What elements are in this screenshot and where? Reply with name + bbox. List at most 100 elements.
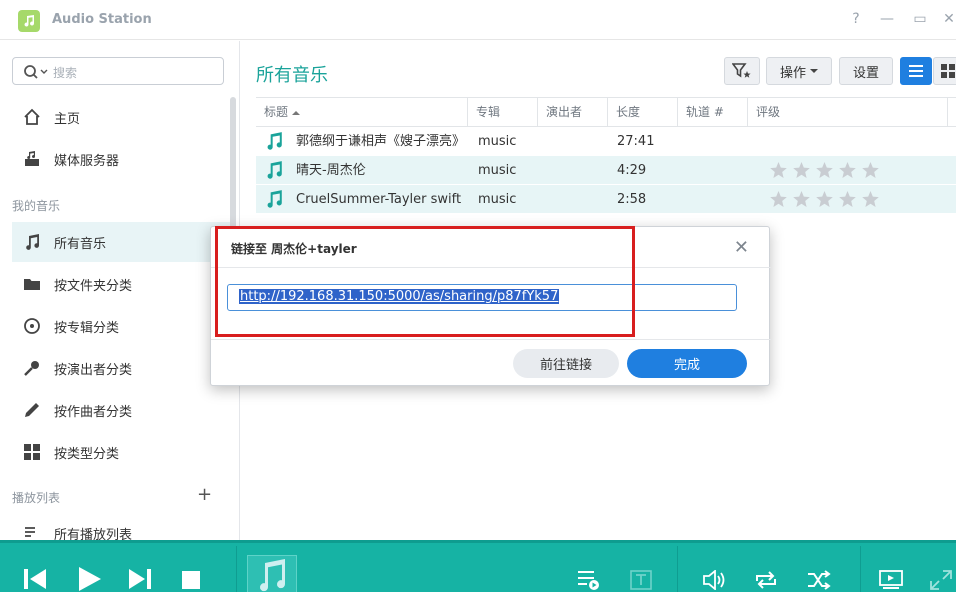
sidebar-item-all-music[interactable]: 所有音乐 bbox=[12, 222, 230, 262]
home-icon bbox=[22, 107, 42, 127]
dialog-divider bbox=[211, 339, 771, 340]
music-note-icon bbox=[264, 131, 284, 151]
star-icon[interactable] bbox=[792, 161, 811, 180]
column-header-track[interactable]: 轨道 # bbox=[678, 98, 748, 127]
app-title: Audio Station bbox=[52, 12, 152, 27]
close-window-button[interactable]: ✕ bbox=[940, 11, 956, 27]
sidebar-item-all-playlists[interactable]: 所有播放列表 bbox=[12, 513, 230, 540]
star-icon[interactable] bbox=[792, 190, 811, 209]
sidebar-item-media-server[interactable]: 媒体服务器 bbox=[12, 139, 230, 179]
album-icon bbox=[22, 316, 42, 336]
track-number bbox=[686, 185, 746, 214]
done-button[interactable]: 完成 bbox=[627, 349, 747, 378]
sidebar-item-label: 按文件夹分类 bbox=[54, 278, 133, 294]
sidebar-item-label: 按演出者分类 bbox=[54, 362, 133, 378]
mini-player-icon[interactable] bbox=[879, 570, 903, 590]
star-icon[interactable] bbox=[838, 161, 857, 180]
play-queue-icon[interactable] bbox=[578, 570, 600, 590]
previous-track-icon[interactable] bbox=[24, 569, 46, 589]
media-server-icon bbox=[22, 149, 42, 169]
sidebar-item-label: 按专辑分类 bbox=[54, 320, 120, 336]
column-header-title[interactable]: 标题 bbox=[256, 98, 468, 127]
settings-label: 设置 bbox=[852, 65, 879, 81]
sidebar-item-home[interactable]: 主页 bbox=[12, 97, 230, 137]
track-album: music bbox=[478, 192, 517, 207]
play-icon[interactable] bbox=[77, 567, 101, 591]
track-album: music bbox=[478, 163, 517, 178]
next-track-icon[interactable] bbox=[129, 569, 151, 589]
sidebar-item-label: 所有音乐 bbox=[54, 236, 107, 252]
table-header: 标题 专辑 演出者 长度 轨道 # 评级 bbox=[256, 97, 956, 127]
sidebar-item-label: 按作曲者分类 bbox=[54, 404, 133, 420]
column-header-artist[interactable]: 演出者 bbox=[538, 98, 608, 127]
sort-ascending-icon bbox=[291, 111, 300, 115]
section-label-playlist: 播放列表 bbox=[12, 491, 61, 505]
player-divider bbox=[677, 546, 678, 592]
column-header-length[interactable]: 长度 bbox=[608, 98, 678, 127]
folder-icon bbox=[22, 274, 42, 294]
page-title: 所有音乐 bbox=[256, 65, 328, 86]
shuffle-icon[interactable] bbox=[807, 570, 831, 590]
stop-icon[interactable] bbox=[182, 571, 200, 589]
lyrics-icon[interactable] bbox=[630, 570, 652, 590]
grid-view-button[interactable] bbox=[933, 57, 956, 85]
help-button[interactable]: ? bbox=[847, 11, 865, 27]
close-icon[interactable]: ✕ bbox=[734, 237, 749, 258]
rating-stars[interactable] bbox=[769, 190, 880, 209]
microphone-icon bbox=[22, 358, 42, 378]
star-icon[interactable] bbox=[769, 161, 788, 180]
action-dropdown-button[interactable]: 操作 bbox=[766, 57, 832, 85]
add-playlist-button[interactable]: + bbox=[197, 484, 212, 505]
track-artist bbox=[548, 156, 608, 185]
column-header-album[interactable]: 专辑 bbox=[468, 98, 538, 127]
sidebar-item-label: 媒体服务器 bbox=[54, 153, 120, 169]
search-placeholder: 搜索 bbox=[53, 66, 78, 80]
list-view-button[interactable] bbox=[900, 57, 932, 85]
settings-button[interactable]: 设置 bbox=[839, 57, 893, 85]
filter-button[interactable] bbox=[724, 57, 760, 85]
sidebar-item-by-genre[interactable]: 按类型分类 bbox=[12, 432, 230, 472]
music-note-icon bbox=[22, 232, 42, 252]
table-row[interactable]: 郭德纲于谦相声《嫂子漂亮》 music 27:41 bbox=[256, 127, 956, 156]
player-divider bbox=[236, 546, 237, 592]
maximize-button[interactable]: ▭ bbox=[911, 11, 929, 27]
table-row[interactable]: 晴天-周杰伦 music 4:29 bbox=[256, 156, 956, 185]
track-length: 4:29 bbox=[617, 163, 647, 178]
track-length: 27:41 bbox=[617, 134, 655, 149]
star-icon[interactable] bbox=[769, 190, 788, 209]
title-bar: Audio Station ? — ▭ ✕ bbox=[0, 0, 956, 40]
music-note-icon bbox=[264, 189, 284, 209]
star-icon[interactable] bbox=[838, 190, 857, 209]
volume-icon[interactable] bbox=[703, 570, 727, 590]
table-row[interactable]: CruelSummer-Tayler swift music 2:58 bbox=[256, 185, 956, 214]
track-number bbox=[686, 127, 746, 156]
player-divider bbox=[860, 546, 861, 592]
playlist-icon bbox=[22, 523, 42, 540]
track-title: CruelSummer-Tayler swift bbox=[296, 192, 462, 207]
album-art bbox=[247, 555, 297, 592]
star-icon[interactable] bbox=[861, 190, 880, 209]
star-icon[interactable] bbox=[861, 161, 880, 180]
sidebar-item-label: 所有播放列表 bbox=[54, 527, 133, 541]
section-label-my-music: 我的音乐 bbox=[12, 199, 61, 213]
expand-icon[interactable] bbox=[930, 570, 952, 590]
track-title: 晴天-周杰伦 bbox=[296, 163, 366, 178]
search-input[interactable]: 搜索 bbox=[12, 57, 224, 85]
sidebar-item-by-composer[interactable]: 按作曲者分类 bbox=[12, 390, 230, 430]
music-note-icon bbox=[260, 559, 286, 592]
rating-stars[interactable] bbox=[769, 161, 880, 180]
search-icon bbox=[24, 65, 48, 79]
track-length: 2:58 bbox=[617, 192, 647, 207]
sidebar-item-by-album[interactable]: 按专辑分类 bbox=[12, 306, 230, 346]
minimize-button[interactable]: — bbox=[878, 11, 896, 27]
column-label: 标题 bbox=[264, 105, 289, 119]
sidebar-item-label: 主页 bbox=[54, 111, 81, 127]
sidebar-item-by-folder[interactable]: 按文件夹分类 bbox=[12, 264, 230, 304]
go-to-link-button[interactable]: 前往链接 bbox=[513, 349, 619, 378]
grid-view-icon bbox=[941, 64, 955, 78]
sidebar-item-by-artist[interactable]: 按演出者分类 bbox=[12, 348, 230, 388]
column-header-rating[interactable]: 评级 bbox=[748, 98, 948, 127]
repeat-icon[interactable] bbox=[754, 570, 778, 590]
star-icon[interactable] bbox=[815, 161, 834, 180]
star-icon[interactable] bbox=[815, 190, 834, 209]
